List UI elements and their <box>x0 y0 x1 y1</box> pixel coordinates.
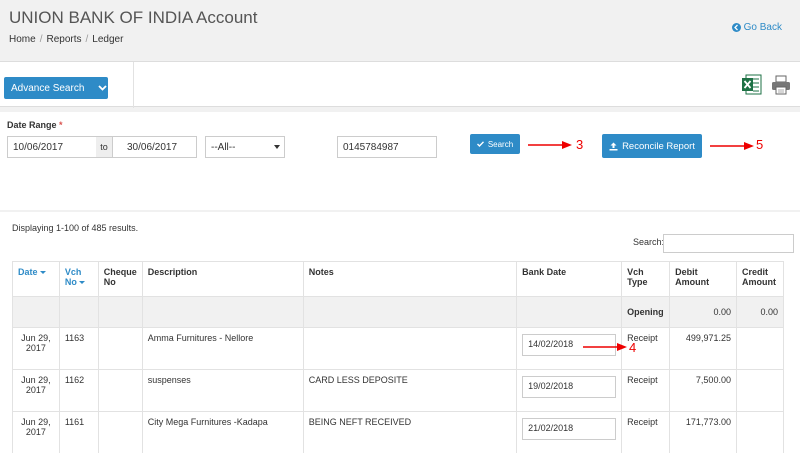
upload-icon <box>609 142 618 150</box>
chevron-down-icon <box>98 85 108 91</box>
annotation-arrow-3 <box>528 141 572 149</box>
voucher-type-selected: --All-- <box>211 141 236 153</box>
printer-icon[interactable] <box>770 74 792 96</box>
row-cheque-no <box>97 369 143 412</box>
search-button[interactable]: Search <box>470 134 520 154</box>
row-vch-no: 1162 <box>58 369 99 412</box>
column-header-cheque-no: Cheque No <box>97 261 143 297</box>
row-description: Amma Furnitures - Nellore <box>141 327 304 370</box>
breadcrumb-reports[interactable]: Reports <box>46 34 81 45</box>
row-vch-no: 1161 <box>58 411 99 453</box>
date-to-input[interactable]: 30/06/2017 <box>112 136 197 158</box>
row-cheque-no <box>97 327 143 370</box>
bank-date-input[interactable]: 21/02/2018 <box>522 418 617 440</box>
go-back-label: Go Back <box>743 22 782 33</box>
checkmark-icon <box>476 141 484 147</box>
row-notes: CARD LESS DEPOSITE <box>302 369 518 412</box>
table-search-label: Search: <box>633 237 665 247</box>
row-description: suspenses <box>141 369 304 412</box>
row-description: City Mega Furnitures -Kadapa <box>141 411 304 453</box>
row-debit: 171,773.00 <box>669 411 737 453</box>
row-notes: BEING NEFT RECEIVED <box>302 411 518 453</box>
account-number-input[interactable]: 0145784987 <box>337 136 437 158</box>
row-date: Jun 29, 2017 <box>12 369 60 412</box>
column-header-vch-no[interactable]: Vch No <box>58 261 99 297</box>
ledger-table: Date Vch No Cheque No Description Notes Ba… <box>12 261 785 453</box>
column-header-vch-type: Vch Type <box>621 261 671 297</box>
arrow-left-circle-icon <box>731 23 741 32</box>
row-date: Jun 29, 2017 <box>12 411 60 453</box>
date-to-separator: to <box>96 136 112 158</box>
row-credit <box>735 327 785 370</box>
search-button-label: Search <box>487 139 514 149</box>
bank-date-input[interactable]: 19/02/2018 <box>522 376 617 398</box>
column-header-description: Description <box>141 261 304 297</box>
dropdown-caret-icon <box>274 145 280 149</box>
row-credit <box>735 369 785 412</box>
annotation-arrow-4 <box>583 343 627 351</box>
go-back-link[interactable]: Go Back <box>731 22 782 33</box>
advance-search-label: Advance Search <box>11 82 85 94</box>
advance-search-button[interactable]: Advance Search <box>4 77 108 99</box>
required-mark: * <box>59 120 63 130</box>
column-header-date[interactable]: Date <box>12 261 60 297</box>
table-search-input[interactable] <box>663 234 794 253</box>
opening-balance-row: Opening 0.00 0.00 <box>12 296 785 328</box>
breadcrumb-home[interactable]: Home <box>9 34 36 45</box>
table-row: Jun 29, 2017 1162 suspenses CARD LESS DEP… <box>12 369 785 412</box>
toolbar-divider <box>133 62 134 108</box>
row-cheque-no <box>97 411 143 453</box>
annotation-label-5: 5 <box>756 137 764 152</box>
reconcile-report-button[interactable]: Reconcile Report <box>602 134 702 158</box>
table-header-row: Date Vch No Cheque No Description Notes Ba… <box>12 261 785 297</box>
table-row: Jun 29, 2017 1163 Amma Furnitures - Nello… <box>12 327 785 370</box>
sort-caret-icon <box>39 271 46 275</box>
column-header-notes: Notes <box>302 261 518 297</box>
filter-panel: Date Range * 10/06/2017 to 30/06/2017 --… <box>0 112 800 210</box>
row-vch-type: Receipt <box>621 369 671 412</box>
opening-credit: 0.00 <box>735 296 785 328</box>
voucher-type-select[interactable]: --All-- <box>205 136 285 158</box>
reconcile-report-label: Reconcile Report <box>622 140 695 152</box>
page-header: UNION BANK OF INDIA Account Home / Reports… <box>0 0 800 58</box>
row-date: Jun 29, 2017 <box>12 327 60 370</box>
date-range-label: Date Range * <box>7 120 63 130</box>
date-from-input[interactable]: 10/06/2017 <box>7 136 97 158</box>
toolbar: Advance Search <box>0 61 800 108</box>
row-debit: 7,500.00 <box>669 369 737 412</box>
table-row: Jun 29, 2017 1161 City Mega Furnitures -K… <box>12 411 785 453</box>
results-summary: Displaying 1-100 of 485 results. <box>12 223 139 233</box>
annotation-label-3: 3 <box>576 137 584 152</box>
row-vch-no: 1163 <box>58 327 99 370</box>
results-panel: Displaying 1-100 of 485 results. Search:… <box>0 212 800 453</box>
opening-label: Opening <box>621 296 671 328</box>
page-title: UNION BANK OF INDIA Account <box>9 8 258 27</box>
row-notes <box>302 327 518 370</box>
annotation-arrow-5 <box>710 142 754 150</box>
annotation-label-4: 4 <box>629 340 637 355</box>
excel-export-icon[interactable] <box>741 74 762 95</box>
sort-caret-icon <box>78 281 85 285</box>
row-vch-type: Receipt <box>621 411 671 453</box>
breadcrumb-ledger: Ledger <box>92 34 124 45</box>
row-credit <box>735 411 785 453</box>
opening-debit: 0.00 <box>669 296 737 328</box>
column-header-bank-date: Bank Date <box>516 261 623 297</box>
row-debit: 499,971.25 <box>669 327 737 370</box>
column-header-debit: Debit Amount <box>669 261 737 297</box>
breadcrumb: Home / Reports / Ledger <box>9 34 124 45</box>
column-header-credit: Credit Amount <box>735 261 785 297</box>
